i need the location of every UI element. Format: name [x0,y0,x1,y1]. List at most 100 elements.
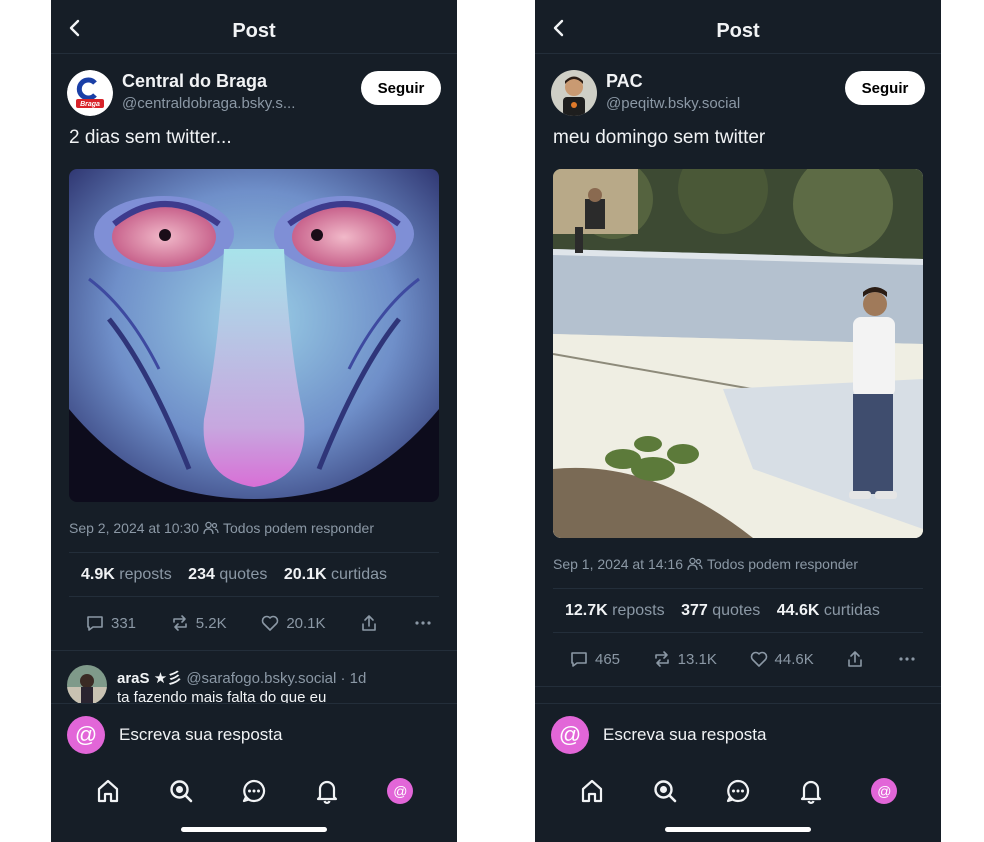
reply-count: 331 [111,614,137,632]
divider [553,632,923,633]
post-timestamp: Sep 2, 2024 at 10:30 [69,520,199,536]
tab-home[interactable] [578,777,606,805]
people-icon [203,521,219,535]
author-avatar[interactable]: Braga [67,70,113,116]
more-action[interactable] [897,649,917,669]
more-action[interactable] [413,613,433,633]
search-icon [654,780,677,803]
reply-setting[interactable]: Todos podem responder [223,520,374,536]
page-title: Post [716,20,760,42]
tab-notifications[interactable] [313,777,341,805]
post-actions: 331 5.2K 20.1K [85,611,433,635]
likes-stat[interactable]: 44.6K curtidas [777,602,880,619]
reply-action[interactable]: 465 [569,649,620,669]
post-actions: 465 13.1K 44.6K [569,647,917,671]
author-handle[interactable]: @peqitw.bsky.social [606,95,740,112]
central-do-braga-logo: Braga [67,70,113,116]
home-indicator [665,827,811,832]
repost-action[interactable]: 5.2K [170,613,227,633]
page-title: Post [232,20,276,42]
author-name[interactable]: Central do Braga [122,71,267,92]
reply-action[interactable]: 331 [85,613,136,633]
top-bar: Post [535,0,941,54]
like-action[interactable]: 44.6K [749,649,814,669]
tab-messages[interactable] [240,777,268,805]
post-timestamp: Sep 1, 2024 at 14:16 [553,556,683,572]
bottom-tab-bar: @ [535,766,941,816]
like-count: 44.6K [774,650,814,668]
repost-icon [654,651,669,667]
more-icon [899,657,915,661]
reply-composer[interactable]: @ Escreva sua resposta [535,703,941,765]
post-screen-left: Post Braga Central do Braga @centraldobr… [51,0,457,842]
follow-button[interactable]: Seguir [845,71,925,105]
tab-search[interactable] [167,777,195,805]
heart-icon [750,651,767,667]
post-metadata: Sep 2, 2024 at 10:30 Todos podem respond… [69,520,374,536]
comment-icon [87,616,103,631]
post-metadata: Sep 1, 2024 at 14:16 Todos podem respond… [553,556,858,572]
share-action[interactable] [845,649,865,669]
divider [535,686,941,687]
author-handle[interactable]: @centraldobraga.bsky.s... [122,95,295,112]
like-count: 20.1K [286,614,326,632]
bell-icon [317,780,338,804]
chat-icon [242,779,266,803]
search-icon [170,780,193,803]
profile-avatar-icon: @ [871,778,898,804]
divider [51,650,457,651]
top-bar: Post [51,0,457,54]
quotes-stat[interactable]: 377 quotes [681,602,760,619]
repost-count: 5.2K [195,614,227,632]
reply-preview[interactable]: araS ★彡 @sarafogo.bsky.social · 1d ta fa… [67,665,437,706]
post-image[interactable] [69,169,439,502]
reply-input-placeholder[interactable]: Escreva sua resposta [603,725,766,745]
reposts-stat[interactable]: 12.7K reposts [565,602,665,619]
likes-stat[interactable]: 20.1K curtidas [284,566,387,583]
repost-icon [172,615,187,631]
reposts-stat[interactable]: 4.9K reposts [81,566,172,583]
reply-setting[interactable]: Todos podem responder [707,556,858,572]
tab-search[interactable] [651,777,679,805]
post-text: 2 dias sem twitter... [69,127,232,148]
repost-action[interactable]: 13.1K [652,649,717,669]
bottom-tab-bar: @ [51,766,457,816]
tab-profile[interactable]: @ [386,777,414,805]
people-icon [687,557,703,571]
author-name[interactable]: PAC [606,71,643,92]
post-screen-right: Post PAC @peqitw.bsky.social Seguir meu … [535,0,941,842]
divider [69,596,439,597]
bell-icon [801,780,822,804]
reply-count: 465 [595,650,621,668]
composer-avatar: @ [551,716,589,754]
svg-text:Braga: Braga [80,101,100,108]
comment-icon [571,652,587,667]
quotes-stat[interactable]: 234 quotes [188,566,267,583]
share-icon [848,651,863,667]
post-image[interactable] [553,169,923,538]
follow-button[interactable]: Seguir [361,71,441,105]
tab-home[interactable] [94,777,122,805]
tab-messages[interactable] [724,777,752,805]
reply-input-placeholder[interactable]: Escreva sua resposta [119,725,282,745]
tab-notifications[interactable] [797,777,825,805]
post-text: meu domingo sem twitter [553,127,766,148]
composer-avatar: @ [67,716,105,754]
heart-icon [262,615,279,631]
share-action[interactable] [359,613,379,633]
author-avatar[interactable] [551,70,597,116]
reply-author: araS ★彡 @sarafogo.bsky.social · 1d [117,670,367,687]
engagement-stats: 4.9K reposts 234 quotes 20.1K curtidas [81,566,387,584]
engagement-stats: 12.7K reposts 377 quotes 44.6K curtidas [565,602,880,620]
home-icon [581,779,602,803]
divider [553,588,923,589]
like-action[interactable]: 20.1K [260,613,326,633]
reply-avatar[interactable] [67,665,107,705]
divider [69,552,439,553]
reply-composer[interactable]: @ Escreva sua resposta [51,703,457,765]
more-icon [415,621,431,625]
repost-count: 13.1K [677,650,717,668]
home-icon [97,779,118,803]
tab-profile[interactable]: @ [870,777,898,805]
profile-avatar-icon: @ [387,778,414,804]
